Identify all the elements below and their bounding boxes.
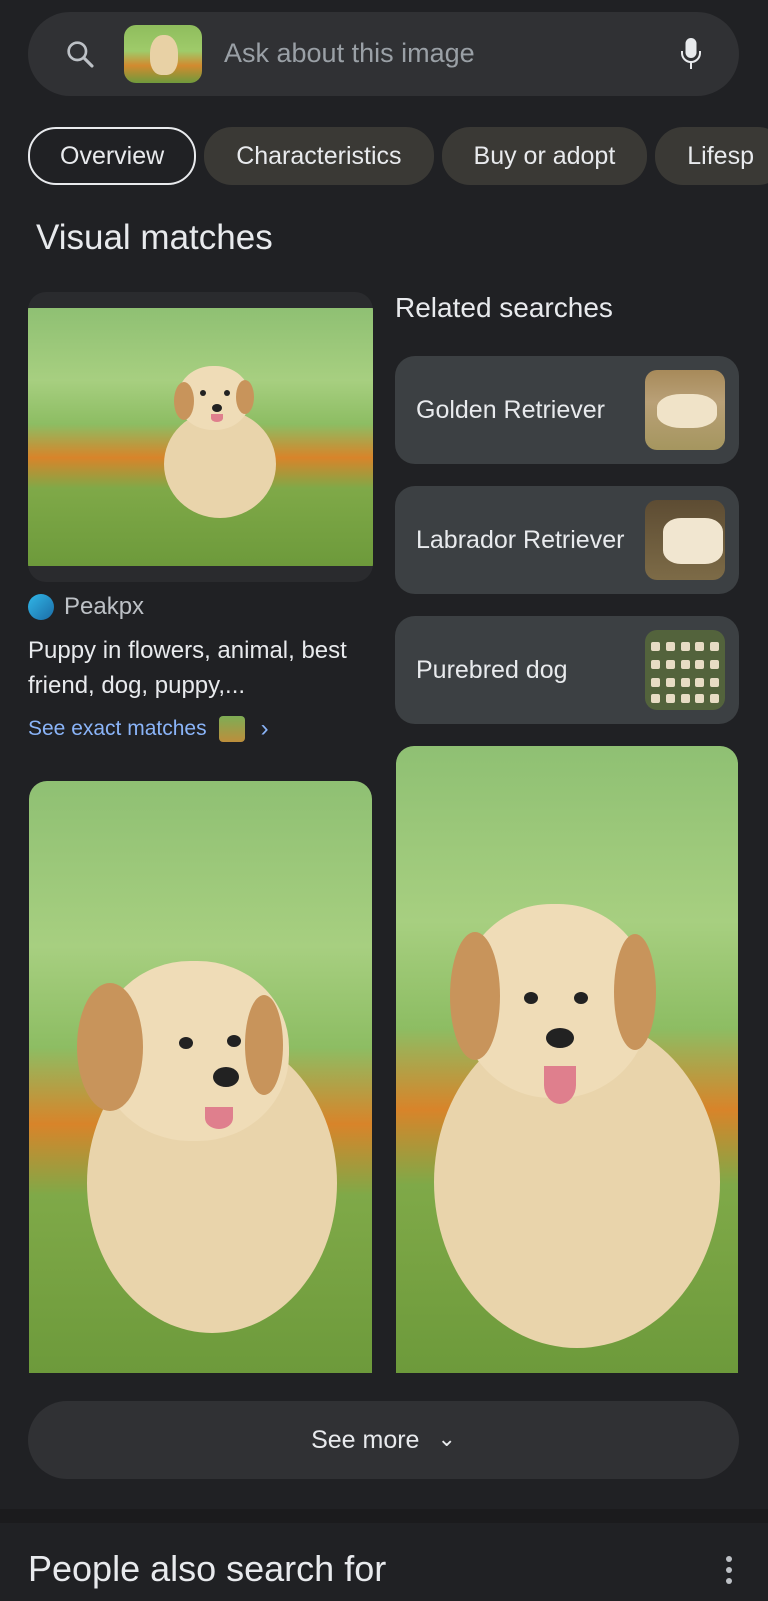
- see-more-button[interactable]: See more ⌄: [28, 1401, 739, 1479]
- puppy-image[interactable]: [29, 781, 372, 1373]
- people-also-search-title: People also search for: [28, 1548, 387, 1589]
- chip-lifespan[interactable]: Lifesp: [655, 127, 768, 185]
- related-item-golden-retriever[interactable]: Golden Retriever: [395, 356, 739, 464]
- visual-matches-title: Visual matches: [36, 218, 273, 257]
- chip-buy-or-adopt[interactable]: Buy or adopt: [441, 127, 648, 185]
- related-item-purebred-dog[interactable]: Purebred dog: [395, 616, 739, 724]
- labrador-retriever-thumbnail: [645, 500, 725, 580]
- related-searches-title: Related searches: [395, 292, 613, 323]
- chip-overview[interactable]: Overview: [28, 127, 197, 185]
- chevron-down-icon: ⌄: [437, 1426, 456, 1451]
- peakpx-logo-icon: [28, 594, 54, 620]
- chip-characteristics[interactable]: Characteristics: [204, 127, 434, 185]
- search-icon[interactable]: [64, 38, 96, 70]
- related-item-label: Labrador Retriever: [416, 525, 625, 554]
- search-input[interactable]: Ask about this image: [224, 38, 475, 69]
- more-options-icon[interactable]: [726, 1556, 734, 1584]
- puppy-thumbnail-icon: [150, 35, 178, 75]
- result-title[interactable]: Puppy in flowers, animal, best friend, d…: [28, 633, 363, 703]
- chevron-right-icon: ›: [260, 715, 269, 742]
- golden-retriever-thumbnail: [645, 370, 725, 450]
- see-exact-matches-link[interactable]: See exact matches ›: [28, 715, 269, 743]
- filter-chips: Overview Characteristics Buy or adopt Lifes…: [28, 127, 768, 185]
- visual-match-card[interactable]: [28, 292, 373, 582]
- related-item-labrador-retriever[interactable]: Labrador Retriever: [395, 486, 739, 594]
- related-item-label: Purebred dog: [416, 655, 568, 684]
- purebred-dog-thumbnail: [645, 630, 725, 710]
- puppy-image[interactable]: [396, 746, 738, 1373]
- section-divider: [0, 1509, 768, 1523]
- microphone-icon[interactable]: [679, 36, 703, 72]
- related-item-label: Golden Retriever: [416, 395, 605, 424]
- see-more-label: See more: [311, 1425, 420, 1454]
- exact-match-thumbnail: [218, 716, 245, 742]
- see-exact-matches-label: See exact matches: [28, 717, 207, 740]
- puppy-image[interactable]: [28, 308, 373, 566]
- search-bar[interactable]: Ask about this image: [28, 12, 739, 96]
- search-image-thumbnail[interactable]: [124, 25, 202, 83]
- source-row[interactable]: Peakpx: [28, 592, 144, 622]
- source-name: Peakpx: [64, 593, 145, 620]
